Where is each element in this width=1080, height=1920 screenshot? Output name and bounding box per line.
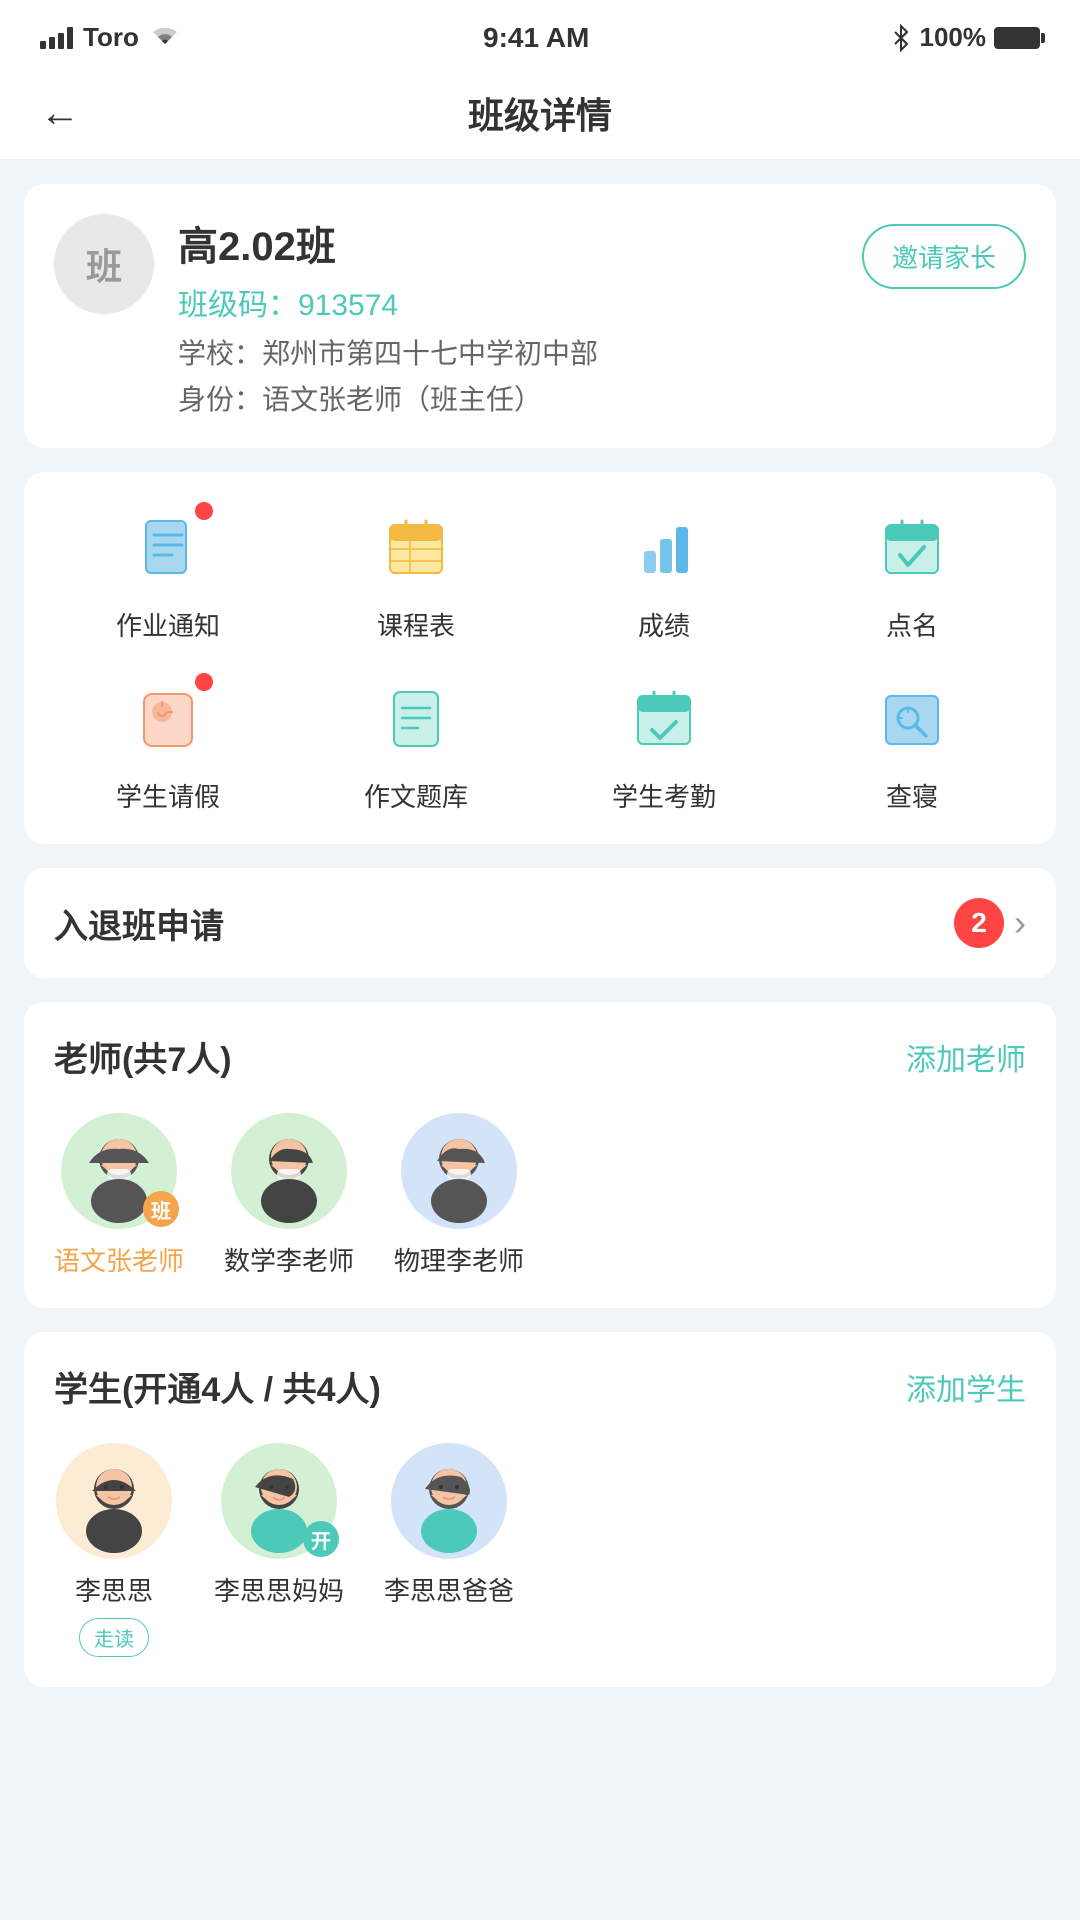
menu-card: 作业通知 课程表 bbox=[24, 472, 1056, 844]
student-name-2: 李思思爸爸 bbox=[384, 1571, 514, 1608]
menu-label-homework: 作业通知 bbox=[116, 606, 220, 643]
teacher-badge-0: 班 bbox=[143, 1191, 179, 1227]
student-item-0[interactable]: 李思思 走读 bbox=[54, 1441, 174, 1657]
class-details: 高2.02班 班级码：913574 学校：郑州市第四十七中学初中部 身份：语文张… bbox=[178, 214, 838, 418]
bluetooth-icon bbox=[891, 24, 911, 52]
signal-icon bbox=[40, 27, 73, 49]
student-item-1[interactable]: 开 李思思妈妈 bbox=[214, 1441, 344, 1657]
menu-label-dormitory: 查寝 bbox=[886, 777, 938, 814]
teacher-avatar-1 bbox=[229, 1111, 349, 1231]
class-role: 身份：语文张老师（班主任） bbox=[178, 378, 838, 418]
class-info-card: 班 高2.02班 班级码：913574 学校：郑州市第四十七中学初中部 身份：语… bbox=[24, 184, 1056, 448]
class-school: 学校：郑州市第四十七中学初中部 bbox=[178, 332, 838, 372]
teacher-item-2[interactable]: 物理李老师 bbox=[394, 1111, 524, 1278]
menu-item-homework[interactable]: 作业通知 bbox=[44, 502, 292, 643]
menu-label-attendance: 点名 bbox=[886, 606, 938, 643]
teacher-name-0: 语文张老师 bbox=[54, 1241, 184, 1278]
wifi-icon bbox=[149, 26, 181, 50]
enrollment-count: 2 bbox=[954, 898, 1004, 948]
menu-item-attendance[interactable]: 点名 bbox=[788, 502, 1036, 643]
enrollment-section[interactable]: 入退班申请 2 › bbox=[24, 868, 1056, 978]
carrier-text: Toro bbox=[83, 22, 139, 53]
students-section: 学生(开通4人 / 共4人) 添加学生 李思思 走读 bbox=[24, 1332, 1056, 1687]
menu-label-grades: 成绩 bbox=[638, 606, 690, 643]
class-code: 班级码：913574 bbox=[178, 280, 838, 324]
teacher-item-1[interactable]: 数学李老师 bbox=[224, 1111, 354, 1278]
menu-label-schedule: 课程表 bbox=[377, 606, 455, 643]
student-name-0: 李思思 bbox=[75, 1571, 153, 1608]
invite-parent-button[interactable]: 邀请家长 bbox=[862, 224, 1026, 289]
menu-label-checkin: 学生考勤 bbox=[612, 777, 716, 814]
teacher-name-1: 数学李老师 bbox=[224, 1241, 354, 1278]
status-time: 9:41 AM bbox=[483, 22, 589, 54]
menu-label-leave: 学生请假 bbox=[116, 777, 220, 814]
menu-item-schedule[interactable]: 课程表 bbox=[292, 502, 540, 643]
menu-grid: 作业通知 课程表 bbox=[44, 502, 1036, 814]
teacher-avatar-2 bbox=[399, 1111, 519, 1231]
class-name: 高2.02班 bbox=[178, 214, 838, 272]
leave-badge bbox=[195, 673, 213, 691]
add-teacher-button[interactable]: 添加老师 bbox=[906, 1035, 1026, 1079]
battery-icon bbox=[994, 27, 1040, 49]
enrollment-right: 2 › bbox=[954, 898, 1026, 948]
battery-percent: 100% bbox=[919, 22, 986, 53]
nav-bar: ← 班级详情 bbox=[0, 67, 1080, 160]
enrollment-title: 入退班申请 bbox=[54, 899, 224, 948]
teachers-list: 班 语文张老师 数学李老师 bbox=[54, 1111, 1026, 1278]
homework-badge bbox=[195, 502, 213, 520]
menu-item-grades[interactable]: 成绩 bbox=[540, 502, 788, 643]
students-list: 李思思 走读 开 李思思妈妈 bbox=[54, 1441, 1026, 1657]
student-item-2[interactable]: 李思思爸爸 bbox=[384, 1441, 514, 1657]
menu-item-leave[interactable]: 学生请假 bbox=[44, 673, 292, 814]
enrollment-chevron: › bbox=[1014, 902, 1026, 944]
menu-label-essay: 作文题库 bbox=[364, 777, 468, 814]
status-bar: Toro 9:41 AM 100% bbox=[0, 0, 1080, 67]
student-name-1: 李思思妈妈 bbox=[214, 1571, 344, 1608]
status-left: Toro bbox=[40, 22, 181, 53]
status-right: 100% bbox=[891, 22, 1040, 53]
menu-item-checkin[interactable]: 学生考勤 bbox=[540, 673, 788, 814]
student-avatar-0 bbox=[54, 1441, 174, 1561]
back-button[interactable]: ← bbox=[40, 91, 80, 136]
teachers-title: 老师(共7人) bbox=[54, 1032, 232, 1081]
teacher-item-0[interactable]: 班 语文张老师 bbox=[54, 1111, 184, 1278]
students-title: 学生(开通4人 / 共4人) bbox=[54, 1362, 381, 1411]
menu-item-essay[interactable]: 作文题库 bbox=[292, 673, 540, 814]
menu-item-dormitory[interactable]: 查寝 bbox=[788, 673, 1036, 814]
teacher-name-2: 物理李老师 bbox=[394, 1241, 524, 1278]
student-badge-1: 开 bbox=[303, 1521, 339, 1557]
student-tag-0: 走读 bbox=[79, 1618, 149, 1657]
class-icon: 班 bbox=[54, 214, 154, 314]
add-student-button[interactable]: 添加学生 bbox=[906, 1365, 1026, 1409]
teachers-section: 老师(共7人) 添加老师 班 语文张老师 bbox=[24, 1002, 1056, 1308]
student-avatar-2 bbox=[389, 1441, 509, 1561]
page-title: 班级详情 bbox=[468, 87, 612, 139]
